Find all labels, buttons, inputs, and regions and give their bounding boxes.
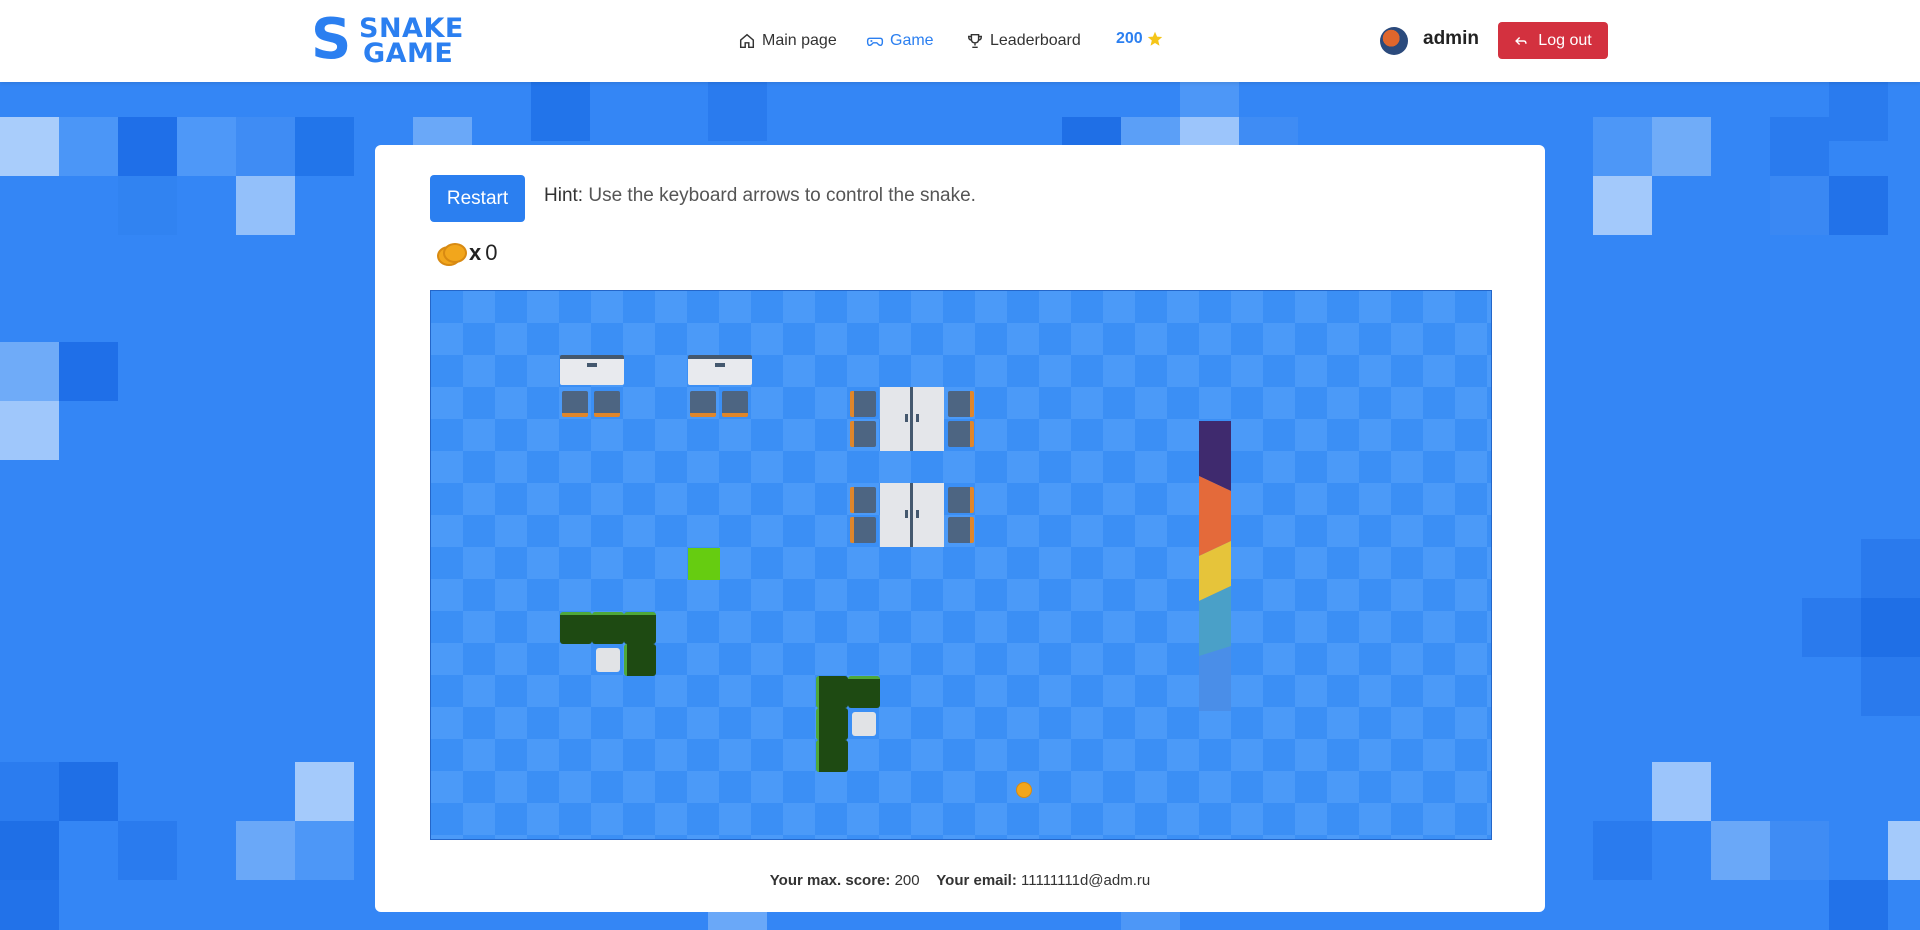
chair-obstacle — [594, 391, 620, 417]
snake-segment — [848, 676, 880, 708]
home-icon — [739, 33, 755, 49]
hint-body: Use the keyboard arrows to control the s… — [588, 185, 976, 206]
coin-count: 0 — [485, 240, 498, 265]
chair-obstacle — [850, 487, 876, 513]
max-score-value: 200 — [894, 872, 920, 889]
max-score-label: Your max. score: — [769, 872, 891, 889]
hint-label: Hint: — [544, 185, 584, 206]
email-value: 11111111d@adm.ru — [1021, 872, 1151, 889]
snake-bone — [592, 644, 624, 676]
nav-leaderboard-label: Leaderboard — [990, 32, 1081, 49]
chair-obstacle — [562, 391, 588, 417]
nav-main-page[interactable]: Main page — [738, 30, 837, 52]
coin-pickup — [1016, 782, 1032, 798]
snake-segment — [816, 708, 848, 740]
logout-button[interactable]: Log out — [1498, 22, 1608, 59]
gamepad-icon — [866, 37, 884, 47]
logout-icon — [1515, 36, 1527, 45]
chair-obstacle — [948, 391, 974, 417]
coins-icon — [435, 240, 467, 266]
restart-button[interactable]: Restart — [430, 175, 525, 222]
snake-segment — [560, 612, 592, 644]
rainbow-pillar — [1199, 421, 1231, 711]
snake-segment — [624, 644, 656, 676]
nav-leaderboard[interactable]: Leaderboard — [966, 30, 1081, 52]
chair-obstacle — [850, 517, 876, 543]
avatar[interactable] — [1380, 27, 1408, 55]
snake-bone — [848, 708, 880, 740]
snake-game-logo[interactable]: S SNAKE GAME — [311, 7, 475, 72]
stats-footer: Your max. score: 200 Your email: 1111111… — [375, 872, 1545, 889]
trophy-icon — [967, 33, 983, 49]
nav-game-label: Game — [890, 32, 934, 49]
hint-text: Hint: Use the keyboard arrows to control… — [544, 185, 976, 207]
email-label: Your email: — [936, 872, 1017, 889]
coin-multiplier: x — [469, 240, 482, 265]
chair-obstacle — [850, 421, 876, 447]
desk-obstacle — [560, 355, 624, 385]
nav-game[interactable]: Game — [866, 30, 934, 52]
logout-label: Log out — [1538, 31, 1592, 49]
score-value: 200 — [1116, 30, 1143, 47]
food-item — [688, 548, 720, 580]
logo-s-glyph: S — [311, 7, 352, 72]
top-navbar: S SNAKE GAME Main page Game Leaderboard … — [0, 0, 1920, 82]
chair-obstacle — [948, 421, 974, 447]
chair-obstacle — [948, 487, 974, 513]
coin-counter: x 0 — [435, 240, 498, 266]
chair-obstacle — [690, 391, 716, 417]
username: admin — [1423, 28, 1479, 49]
star-icon — [1147, 31, 1162, 46]
chair-obstacle — [722, 391, 748, 417]
chair-obstacle — [850, 391, 876, 417]
fridge-obstacle — [880, 483, 944, 547]
snake-segment — [816, 676, 848, 708]
snake-segment — [592, 612, 624, 644]
fridge-obstacle — [880, 387, 944, 451]
snake-segment — [816, 740, 848, 772]
nav-main-page-label: Main page — [762, 32, 837, 49]
desk-obstacle — [688, 355, 752, 385]
chair-obstacle — [948, 517, 974, 543]
game-board[interactable] — [430, 290, 1492, 840]
snake-segment — [624, 612, 656, 644]
logo-text-bottom: GAME — [363, 38, 454, 69]
score-display: 200 — [1116, 30, 1163, 48]
